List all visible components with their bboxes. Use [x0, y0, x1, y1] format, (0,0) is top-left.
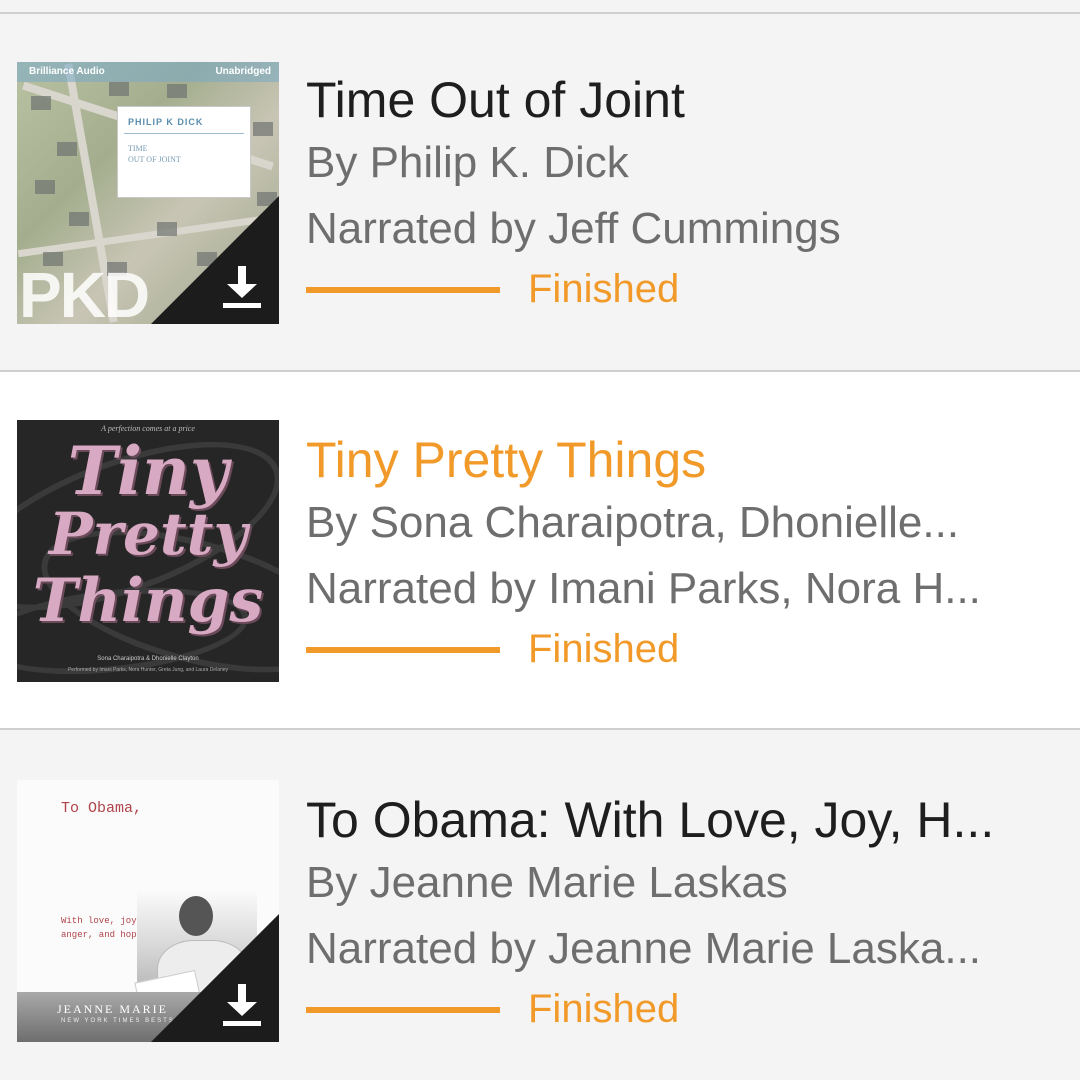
cover-subtitle-line1: With love, joy, [61, 916, 143, 926]
download-icon [223, 266, 261, 308]
progress-bar [306, 647, 500, 653]
cover-performers: Performed by Imani Parks, Nora Hunter, G… [67, 667, 229, 673]
book-info: Time Out of Joint By Philip K. Dick Narr… [306, 70, 1066, 314]
book-cover-tiny-pretty-things[interactable]: A perfection comes at a price Tiny Prett… [17, 420, 279, 682]
library-row-tiny-pretty-things[interactable]: A perfection comes at a price Tiny Prett… [0, 372, 1080, 730]
cover-mark: PKD [19, 259, 150, 324]
cover-subtitle: With love, joy, anger, and hope [61, 914, 142, 942]
listening-progress: Finished [306, 984, 1066, 1034]
cover-title-card: PHILIP K DICK TIME OUT OF JOINT [117, 106, 251, 198]
book-title[interactable]: Time Out of Joint [306, 70, 1066, 130]
library-row-time-out-of-joint[interactable]: Brilliance Audio Unabridged PHILIP K DIC… [0, 14, 1080, 372]
book-narrator: Narrated by Jeff Cummings [306, 204, 841, 253]
cover-title-line2: OUT OF JOINT [128, 155, 181, 164]
progress-bar [306, 287, 500, 293]
cover-word-3: Things [32, 566, 264, 636]
book-cover-time-out-of-joint[interactable]: Brilliance Audio Unabridged PHILIP K DIC… [17, 62, 279, 324]
book-narrator: Narrated by Jeanne Marie Laska... [306, 924, 982, 973]
book-narrator: Narrated by Imani Parks, Nora H... [306, 564, 981, 613]
cover-word-1: Tiny [67, 432, 229, 510]
cover-author: JEANNE MARIE [57, 1002, 168, 1016]
cover-authors: Sona Charaipotra & Dhonielle Clayton [97, 656, 199, 662]
listening-progress: Finished [306, 624, 1066, 674]
book-author: By Sona Charaipotra, Dhonielle... [306, 498, 960, 547]
unabridged-badge: Unabridged [215, 66, 271, 77]
status-label: Finished [528, 627, 680, 671]
book-author: By Jeanne Marie Laskas [306, 858, 788, 907]
cover-title-line1: TIME [128, 144, 148, 153]
progress-bar [306, 1007, 500, 1013]
book-title[interactable]: Tiny Pretty Things [306, 430, 1066, 490]
book-author: By Philip K. Dick [306, 138, 629, 187]
book-title[interactable]: To Obama: With Love, Joy, H... [306, 790, 1066, 850]
cover-subtitle-line2: anger, and hope [61, 930, 143, 940]
book-cover-to-obama[interactable]: To Obama, With love, joy, anger, and hop… [17, 780, 279, 1042]
book-info: Tiny Pretty Things By Sona Charaipotra, … [306, 430, 1066, 674]
cover-author: PHILIP K DICK [128, 117, 204, 127]
publisher-logo: Brilliance Audio [29, 66, 105, 77]
download-icon [223, 984, 261, 1026]
status-label: Finished [528, 267, 680, 311]
cover-title: To Obama, [61, 800, 143, 817]
library-row-to-obama[interactable]: To Obama, With love, joy, anger, and hop… [0, 730, 1080, 1080]
cover-word-2: Pretty [48, 500, 248, 568]
status-label: Finished [528, 987, 680, 1031]
book-info: To Obama: With Love, Joy, H... By Jeanne… [306, 790, 1066, 1034]
library-list: Brilliance Audio Unabridged PHILIP K DIC… [0, 0, 1080, 1080]
listening-progress: Finished [306, 264, 1066, 314]
